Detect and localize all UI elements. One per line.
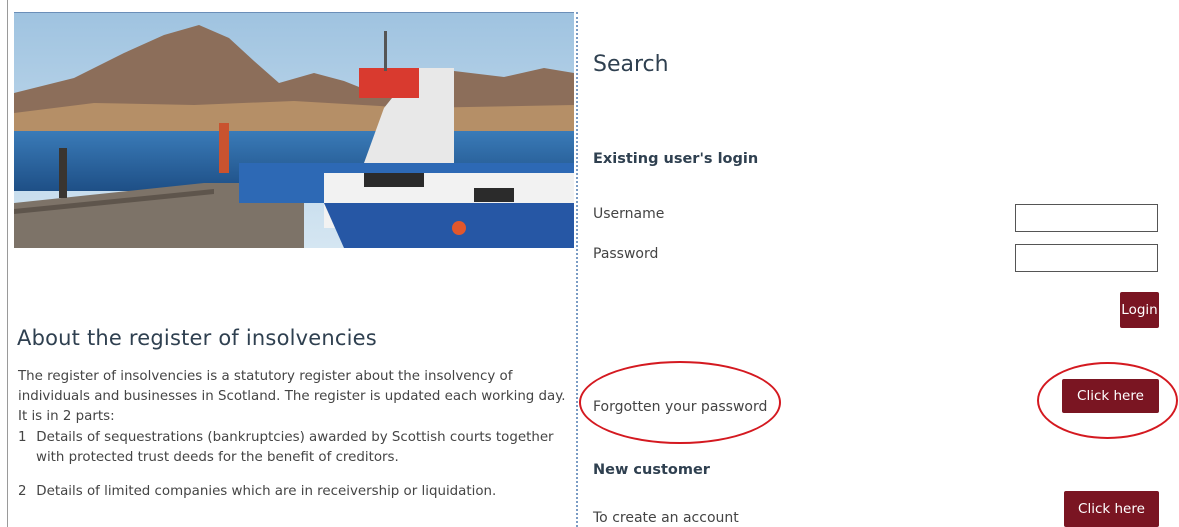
- new-customer-heading: New customer: [593, 462, 710, 478]
- create-account-label: To create an account: [593, 510, 739, 526]
- list-item-text: Details of limited companies which are i…: [36, 484, 497, 499]
- login-button[interactable]: Login: [1120, 292, 1159, 328]
- username-label: Username: [593, 206, 665, 222]
- list-item-number: 2: [18, 484, 27, 499]
- password-label: Password: [593, 246, 659, 262]
- hero-image: [14, 12, 574, 248]
- list-item-number: 1: [18, 430, 27, 445]
- create-account-button[interactable]: Click here: [1064, 491, 1159, 527]
- password-field[interactable]: [1015, 244, 1158, 272]
- list-item: 1 Details of sequestrations (bankruptcie…: [18, 428, 574, 468]
- list-item: 2 Details of limited companies which are…: [18, 482, 574, 502]
- username-field[interactable]: [1015, 204, 1158, 232]
- list-item-text-continued: with protected trust deeds for the benef…: [36, 450, 399, 465]
- column-divider: [576, 12, 578, 527]
- login-heading: Existing user's login: [593, 151, 759, 167]
- about-intro: The register of insolvencies is a statut…: [18, 369, 566, 424]
- list-item-text: Details of sequestrations (bankruptcies)…: [36, 430, 554, 445]
- search-title: Search: [593, 52, 669, 77]
- about-title: About the register of insolvencies: [17, 326, 377, 350]
- left-border: [7, 0, 8, 527]
- forgotten-password-label: Forgotten your password: [593, 399, 768, 415]
- forgotten-password-button[interactable]: Click here: [1062, 379, 1159, 413]
